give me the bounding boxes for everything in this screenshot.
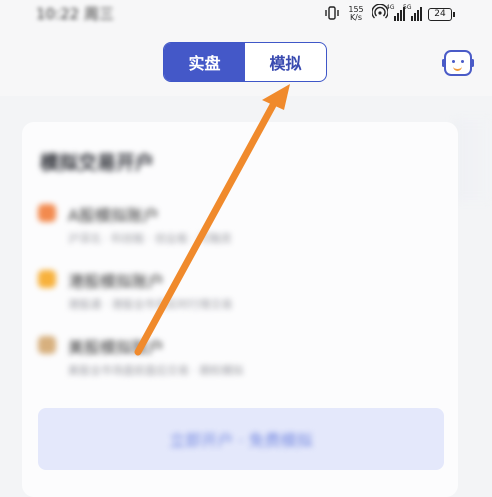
robot-assistant-icon[interactable] bbox=[442, 50, 474, 76]
battery-icon: 24 bbox=[428, 7, 455, 21]
open-account-card: 模拟交易开户 A股模拟账户 沪深北 · 科创板 · 创业板 · 可融资 港股模拟… bbox=[22, 122, 458, 497]
a-share-icon bbox=[38, 204, 56, 222]
signal-icon-2: 5G bbox=[403, 4, 422, 21]
account-desc: 美股全市场盘前盘后交易 · 期权模拟 bbox=[68, 364, 244, 377]
account-desc: 沪深北 · 科创板 · 创业板 · 可融资 bbox=[68, 232, 232, 245]
tab-real[interactable]: 实盘 bbox=[164, 43, 245, 81]
status-icons: 155 K/s 4G 5G 24 bbox=[324, 3, 455, 24]
account-type-segmented-control: 实盘 模拟 bbox=[163, 42, 327, 82]
net-speed: 155 K/s bbox=[346, 6, 366, 22]
account-name: 美股模拟账户 bbox=[68, 338, 165, 357]
tab-simulated[interactable]: 模拟 bbox=[245, 43, 326, 81]
card-title: 模拟交易开户 bbox=[40, 152, 155, 174]
signal-2-tag: 5G bbox=[403, 4, 412, 11]
status-bar: 10:22 周三 155 K/s 4G 5G 24 bbox=[0, 0, 492, 30]
net-speed-unit: K/s bbox=[349, 13, 363, 22]
us-share-icon bbox=[38, 336, 56, 354]
status-time: 10:22 周三 bbox=[36, 5, 114, 23]
open-account-button[interactable]: 立即开户 · 免费模拟 bbox=[38, 408, 444, 470]
vibrate-icon bbox=[324, 5, 340, 24]
account-desc: 港股通 · 港股全市场实时行情交易 bbox=[68, 298, 233, 311]
account-name: A股模拟账户 bbox=[68, 206, 159, 225]
hk-share-icon bbox=[38, 270, 56, 288]
open-account-button-label: 立即开户 · 免费模拟 bbox=[169, 431, 313, 450]
side-shadow bbox=[454, 120, 492, 200]
signal-1-tag: 4G bbox=[386, 4, 395, 11]
account-name: 港股模拟账户 bbox=[68, 272, 165, 291]
